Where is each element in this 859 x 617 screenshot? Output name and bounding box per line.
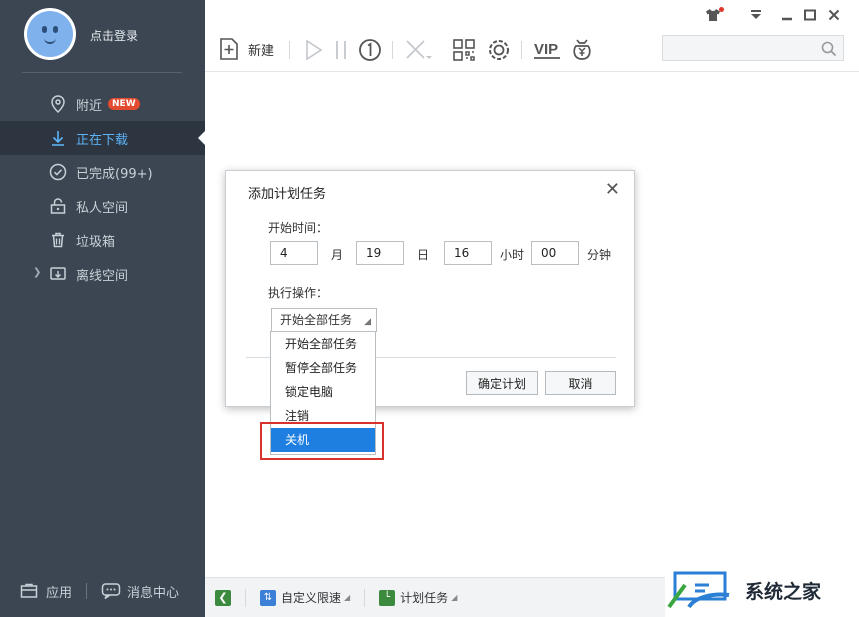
sidebar-item-private-space[interactable]: 私人空间: [0, 189, 205, 223]
sidebar-item-nearby[interactable]: 附近 NEW: [0, 87, 205, 121]
pause-icon[interactable]: [331, 37, 357, 63]
sidebar-item-offline-space[interactable]: ❯ 离线空间: [0, 257, 205, 291]
toolbar: 新建 VIP: [205, 0, 859, 72]
download-arrow-icon: [48, 128, 68, 148]
sidebar-item-completed[interactable]: 已完成(99+): [0, 155, 205, 189]
new-task-button[interactable]: 新建: [218, 37, 274, 61]
option-pause-all[interactable]: 暂停全部任务: [271, 356, 375, 380]
maximize-icon[interactable]: [803, 8, 817, 25]
close-icon[interactable]: ✕: [605, 179, 620, 200]
sidebar-item-label: 正在下载: [76, 132, 129, 148]
action-select-value: 开始全部任务: [280, 313, 353, 327]
sidebar-item-trash[interactable]: 垃圾箱: [0, 223, 205, 257]
minute-input[interactable]: 00: [531, 241, 579, 265]
sidebar-item-label: 附近: [76, 98, 103, 114]
location-pin-icon: [48, 94, 68, 114]
message-center-label: 消息中心: [127, 585, 180, 601]
toolbar-separator: [289, 41, 290, 59]
toolbar-separator: [392, 41, 393, 59]
settings-gear-icon[interactable]: [486, 37, 512, 63]
cloud-download-icon: [48, 264, 68, 284]
day-input[interactable]: 19: [356, 241, 404, 265]
watermark-text: 系统之家: [745, 580, 822, 603]
speed-limit-icon: ⇅: [260, 589, 276, 606]
scheduled-task-button[interactable]: └ 计划任务 ◢: [379, 589, 457, 606]
option-start-all[interactable]: 开始全部任务: [271, 332, 375, 356]
apps-button[interactable]: 应用: [20, 582, 72, 601]
apps-label: 应用: [46, 585, 73, 601]
play-icon[interactable]: [301, 37, 327, 63]
vip-icon[interactable]: VIP: [532, 37, 562, 63]
trash-icon: [48, 230, 68, 250]
chevron-down-icon: ◢: [364, 317, 371, 327]
sidebar-bottom: 应用 消息中心: [0, 565, 205, 617]
menu-dropdown-icon[interactable]: [749, 8, 763, 25]
bottom-separator: [86, 583, 88, 599]
cancel-button[interactable]: 取消: [545, 371, 616, 395]
search-input[interactable]: [662, 35, 844, 61]
sidebar: 点击登录 附近 NEW 正在下载 已完成(99+) 私人空间 垃圾箱 ❯ 离线空…: [0, 0, 205, 617]
minimize-icon[interactable]: [780, 8, 794, 25]
dialog-title: 添加计划任务: [248, 187, 327, 202]
sidebar-item-label: 私人空间: [76, 200, 129, 216]
confirm-plan-button[interactable]: 确定计划: [466, 371, 538, 395]
option-lock-computer[interactable]: 锁定电脑: [271, 380, 375, 404]
sidebar-item-label: 已完成(99+): [76, 166, 153, 182]
toolbar-separator: [521, 41, 522, 59]
minute-unit: 分钟: [587, 248, 612, 262]
notification-dot: [719, 7, 724, 12]
app-box-icon: [20, 583, 38, 599]
caret-icon: ◢: [451, 593, 458, 602]
sidebar-divider: [22, 72, 182, 73]
back-arrow-icon[interactable]: ❮: [215, 589, 231, 606]
month-unit: 月: [331, 248, 344, 262]
hour-input[interactable]: 16: [444, 241, 492, 265]
status-separator: [364, 588, 366, 607]
login-link[interactable]: 点击登录: [90, 27, 138, 44]
schedule-icon: └: [379, 589, 396, 606]
qr-code-icon[interactable]: [451, 37, 477, 63]
check-circle-icon: [48, 162, 68, 182]
hour-unit: 小时: [500, 248, 525, 262]
start-time-label: 开始时间：: [268, 221, 329, 235]
lock-icon: [48, 196, 68, 216]
custom-speed-limit-button[interactable]: ⇅ 自定义限速 ◢: [260, 589, 350, 606]
month-input[interactable]: 4: [270, 241, 318, 265]
action-select[interactable]: 开始全部任务 ◢: [271, 308, 377, 332]
close-window-icon[interactable]: [827, 8, 841, 25]
new-file-icon: [218, 37, 240, 61]
money-bag-icon[interactable]: [569, 37, 595, 63]
sidebar-item-label: 离线空间: [76, 268, 129, 284]
sidebar-item-downloading[interactable]: 正在下载: [0, 121, 205, 155]
shutdown-highlight-box: [260, 422, 384, 460]
caret-icon: ◢: [344, 593, 351, 602]
sidebar-nav: 附近 NEW 正在下载 已完成(99+) 私人空间 垃圾箱 ❯ 离线空间: [0, 87, 205, 291]
new-task-label: 新建: [248, 43, 275, 59]
delete-icon[interactable]: [403, 37, 432, 63]
message-center-button[interactable]: 消息中心: [101, 582, 179, 601]
watermark: 系统之家: [665, 563, 859, 617]
scheduled-task-label: 计划任务: [400, 591, 449, 605]
sidebar-item-label: 垃圾箱: [76, 234, 116, 250]
message-bubble-icon: [101, 582, 121, 600]
custom-speed-limit-label: 自定义限速: [281, 591, 342, 605]
vip-label: VIP: [534, 41, 558, 58]
avatar-face-icon: [27, 11, 73, 57]
chevron-right-icon[interactable]: ❯: [33, 267, 41, 278]
search-icon[interactable]: [821, 41, 837, 61]
day-unit: 日: [417, 248, 430, 262]
watermark-logo-icon: [665, 567, 739, 613]
action-label: 执行操作：: [268, 286, 329, 300]
status-separator: [245, 588, 246, 607]
new-badge: NEW: [108, 98, 140, 110]
single-task-icon[interactable]: [357, 37, 383, 63]
avatar[interactable]: [24, 8, 76, 60]
